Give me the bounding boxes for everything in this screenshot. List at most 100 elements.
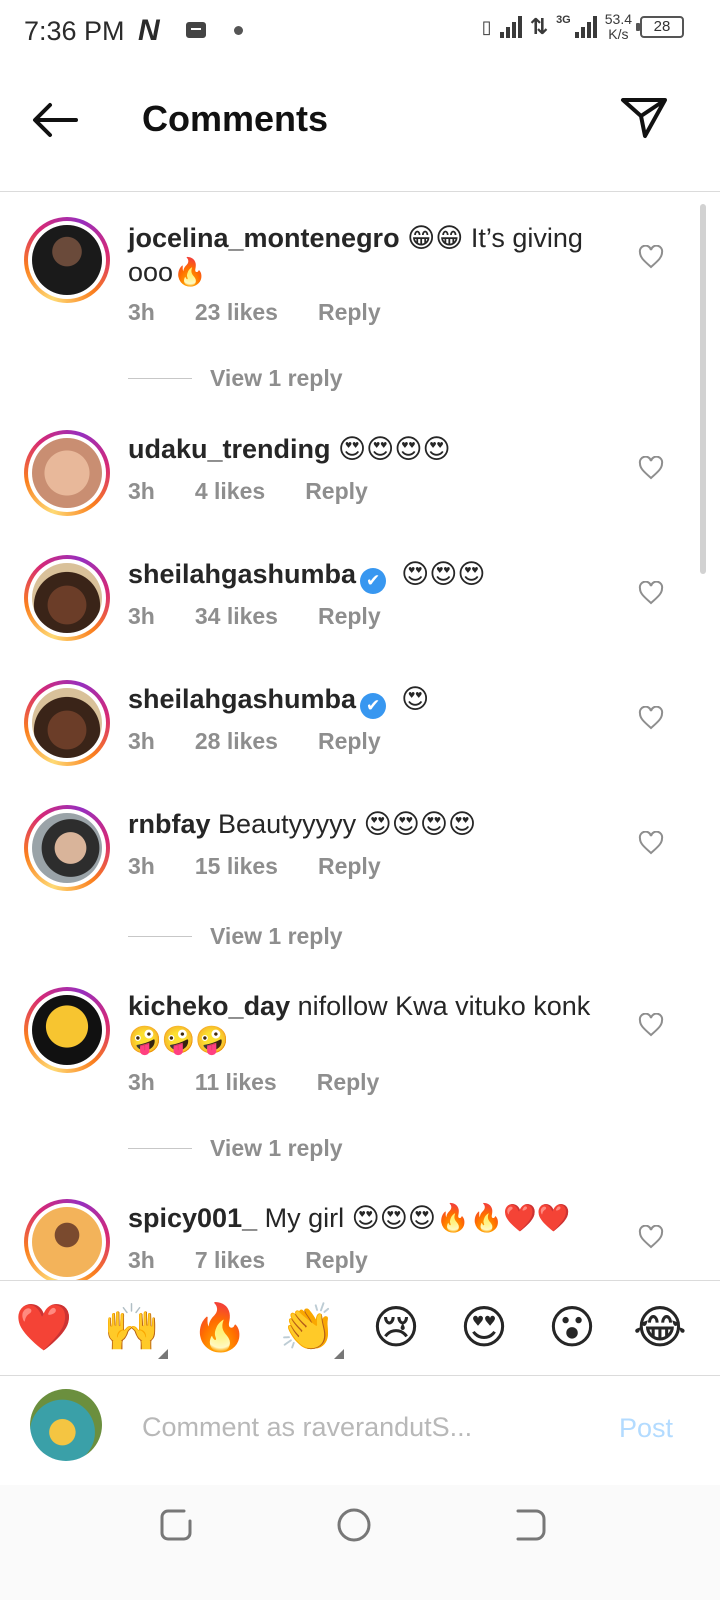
view-replies-button[interactable]: View 1 reply — [128, 365, 343, 392]
comment-likes[interactable]: 4 likes — [195, 478, 265, 505]
reply-button[interactable]: Reply — [318, 853, 381, 880]
post-button[interactable]: Post — [619, 1413, 673, 1444]
reply-button[interactable]: Reply — [317, 1069, 380, 1096]
home-icon[interactable] — [332, 1503, 376, 1547]
data-transfer-icon: ⇅ — [529, 14, 549, 39]
comment-username[interactable]: kicheko_day — [128, 991, 290, 1021]
comment-time: 3h — [128, 853, 155, 879]
reply-button[interactable]: Reply — [318, 603, 381, 630]
arrow-left-icon[interactable] — [30, 100, 80, 140]
emoji-fire-button[interactable]: 🔥 — [190, 1299, 250, 1355]
comment-message: 😍😍😍😍 — [338, 434, 451, 464]
avatar[interactable] — [32, 995, 102, 1065]
comment-likes[interactable]: 7 likes — [195, 1247, 265, 1274]
comment-text: udaku_trending 😍😍😍😍 — [128, 432, 608, 466]
heart-icon[interactable] — [638, 1225, 664, 1249]
status-time: 7:36 PM — [24, 16, 125, 46]
comment-username[interactable]: rnbfay — [128, 809, 211, 839]
comment-likes[interactable]: 34 likes — [195, 603, 278, 630]
recent-apps-icon[interactable] — [154, 1503, 198, 1547]
avatar-story-ring[interactable] — [24, 555, 110, 641]
vibrate-icon: ▯ — [481, 16, 492, 37]
comment-text: rnbfay Beautyyyyy 😍😍😍😍 — [128, 807, 608, 841]
verified-badge-icon: ✔ — [360, 693, 387, 719]
comment-username[interactable]: spicy001_ — [128, 1203, 257, 1233]
emoji-surprised-button[interactable]: 😮 — [542, 1299, 602, 1355]
comment-meta: 3h 7 likes Reply — [128, 1247, 368, 1274]
network-type: 3G — [556, 14, 571, 26]
reply-button[interactable]: Reply — [318, 299, 381, 326]
view-replies-button[interactable]: View 1 reply — [128, 1135, 343, 1162]
comment-time: 3h — [128, 478, 155, 504]
avatar-story-ring[interactable] — [24, 680, 110, 766]
comment-likes[interactable]: 28 likes — [195, 728, 278, 755]
comment-meta: 3h 23 likes Reply — [128, 299, 381, 326]
comment-likes[interactable]: 15 likes — [195, 853, 278, 880]
reply-button[interactable]: Reply — [318, 728, 381, 755]
heart-icon[interactable] — [638, 1013, 664, 1037]
comment-meta: 3h 15 likes Reply — [128, 853, 381, 880]
emoji-heart-eyes-button[interactable]: 😍 — [454, 1299, 514, 1355]
reply-button[interactable]: Reply — [305, 1247, 368, 1274]
emoji-clap-button[interactable]: 👏 — [278, 1299, 344, 1359]
comment-time: 3h — [128, 1247, 155, 1273]
heart-icon[interactable] — [638, 831, 664, 855]
comment-text: sheilahgashumba ✔ 😍😍😍 — [128, 557, 608, 594]
view-replies-label[interactable]: View 1 reply — [210, 1135, 343, 1162]
emoji-laughing-button[interactable]: 😂 — [630, 1299, 690, 1355]
signal-icon-2 — [574, 16, 597, 38]
heart-icon[interactable] — [638, 706, 664, 730]
emoji-crying-button[interactable]: 😢 — [366, 1299, 426, 1355]
comment-text: kicheko_day nifollow Kwa vituko konk 🤪🤪🤪 — [128, 989, 608, 1057]
comment-meta: 3h 4 likes Reply — [128, 478, 368, 505]
view-replies-label[interactable]: View 1 reply — [210, 365, 343, 392]
signal-icon — [499, 16, 522, 38]
send-icon[interactable] — [620, 96, 668, 140]
battery-icon: 28 — [636, 16, 684, 38]
avatar-story-ring[interactable] — [24, 805, 110, 891]
comment-message: My girl 😍😍😍🔥🔥❤️❤️ — [264, 1203, 571, 1233]
avatar-story-ring[interactable] — [24, 217, 110, 303]
view-replies-label[interactable]: View 1 reply — [210, 923, 343, 950]
avatar[interactable] — [32, 225, 102, 295]
comment-meta: 3h 34 likes Reply — [128, 603, 381, 630]
comment-message: 😍 — [401, 684, 430, 714]
emoji-raised-hands-button[interactable]: 🙌 — [102, 1299, 168, 1359]
heart-icon[interactable] — [638, 245, 664, 269]
comment-meta: 3h 28 likes Reply — [128, 728, 381, 755]
comment-likes[interactable]: 23 likes — [195, 299, 278, 326]
back-nav-icon[interactable] — [508, 1503, 552, 1547]
comment-text: jocelina_montenegro 😁😁 It’s giving ooo🔥 — [128, 221, 608, 289]
avatar[interactable] — [32, 1207, 102, 1277]
comment-meta: 3h 11 likes Reply — [128, 1069, 379, 1096]
avatar[interactable] — [32, 563, 102, 633]
avatar-story-ring[interactable] — [24, 1199, 110, 1280]
avatar-story-ring[interactable] — [24, 430, 110, 516]
network-speed: 53.4 K/s — [605, 12, 632, 42]
speed-value: 53.4 — [604, 11, 632, 27]
status-icons: ▯ ⇅ 3G 53.4 K/s 28 — [482, 12, 684, 42]
comment-likes[interactable]: 11 likes — [195, 1069, 277, 1096]
verified-badge-icon: ✔ — [360, 568, 387, 594]
scrollbar[interactable] — [700, 204, 706, 574]
heart-icon[interactable] — [638, 581, 664, 605]
comment-username[interactable]: sheilahgashumba — [128, 559, 356, 589]
avatar[interactable] — [32, 688, 102, 758]
comment-list[interactable]: jocelina_montenegro 😁😁 It’s giving ooo🔥 … — [0, 193, 720, 1280]
comment-input[interactable] — [142, 1407, 582, 1447]
reply-button[interactable]: Reply — [305, 478, 368, 505]
page-title: Comments — [142, 98, 329, 139]
avatar[interactable] — [32, 813, 102, 883]
comment-username[interactable]: udaku_trending — [128, 434, 331, 464]
comment-time: 3h — [128, 603, 155, 629]
avatar[interactable] — [32, 438, 102, 508]
comment-username[interactable]: jocelina_montenegro — [128, 223, 400, 253]
heart-icon[interactable] — [638, 456, 664, 480]
comment-message: 😍😍😍 — [401, 559, 486, 589]
comment-message: Beautyyyyy 😍😍😍😍 — [218, 809, 477, 839]
comment-username[interactable]: sheilahgashumba — [128, 684, 356, 714]
view-replies-button[interactable]: View 1 reply — [128, 923, 343, 950]
comment-text: sheilahgashumba ✔ 😍 — [128, 682, 608, 719]
avatar-story-ring[interactable] — [24, 987, 110, 1073]
emoji-heart-button[interactable]: ❤️ — [14, 1299, 74, 1355]
